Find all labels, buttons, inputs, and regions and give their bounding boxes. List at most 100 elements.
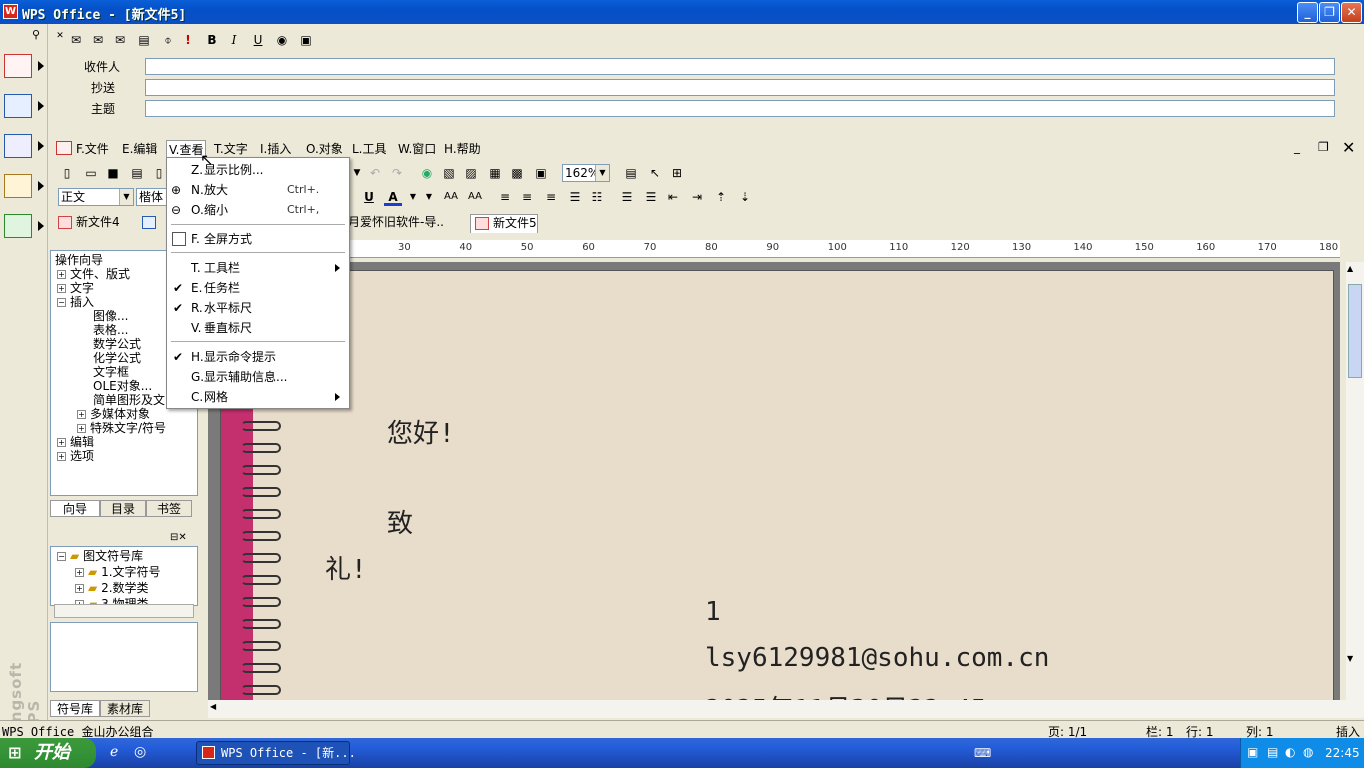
- tab-symbol-library[interactable]: 符号库: [50, 700, 100, 717]
- tab-toc[interactable]: 目录: [100, 500, 146, 517]
- table-icon[interactable]: ▦: [486, 164, 504, 182]
- tree-item-textbox[interactable]: 文字框: [93, 365, 129, 379]
- tab-new-file-4[interactable]: 新文件4: [54, 214, 120, 233]
- document-canvas[interactable]: 您好! 致 礼! 1 lsy6129981@sohu.com.cn 2025年1…: [208, 262, 1340, 700]
- collapse-icon[interactable]: −: [57, 552, 66, 561]
- address-book-icon[interactable]: ▤: [136, 32, 152, 48]
- clock[interactable]: 22:45: [1325, 746, 1360, 760]
- menu-insert[interactable]: I.插入: [260, 140, 291, 157]
- numbered-list-icon[interactable]: ☰: [642, 188, 660, 206]
- tree-item-math-formula[interactable]: 数学公式: [93, 337, 141, 351]
- menu-show-aux-info[interactable]: G. 显示辅助信息...: [167, 367, 349, 387]
- menu-help[interactable]: H.帮助: [444, 140, 481, 157]
- expand-icon[interactable]: +: [57, 438, 66, 447]
- bullet-list-icon[interactable]: ☰: [618, 188, 636, 206]
- select-icon[interactable]: ⊞: [668, 164, 686, 182]
- justify-icon[interactable]: ☰: [566, 188, 584, 206]
- open-icon[interactable]: ▭: [82, 164, 100, 182]
- close-button[interactable]: ✕: [1341, 2, 1362, 23]
- module-presentation[interactable]: [2, 132, 46, 162]
- document-page[interactable]: 您好! 致 礼! 1 lsy6129981@sohu.com.cn 2025年1…: [220, 270, 1334, 700]
- priority-icon[interactable]: !: [180, 32, 196, 48]
- menu-edit[interactable]: E.编辑: [122, 140, 157, 157]
- expand-icon[interactable]: +: [75, 568, 84, 577]
- dropdown-icon[interactable]: ▼: [348, 164, 366, 182]
- new-icon[interactable]: ▯: [58, 164, 76, 182]
- taskbar-wps-window[interactable]: WPS Office - [新...: [196, 741, 356, 765]
- pin-icon[interactable]: ⚲: [32, 28, 40, 41]
- to-field[interactable]: [145, 58, 1335, 75]
- collapse-icon[interactable]: −: [57, 298, 66, 307]
- menu-toolbars[interactable]: T. 工具栏: [167, 258, 349, 278]
- tree-item-image[interactable]: 图像...: [93, 309, 128, 323]
- symbol-hscrollbar[interactable]: [54, 604, 194, 618]
- module-browser[interactable]: [2, 212, 46, 242]
- tab-guide[interactable]: 向导: [50, 500, 100, 517]
- volume-icon[interactable]: ◐: [1285, 745, 1295, 759]
- mail-icon[interactable]: ✉: [90, 32, 106, 48]
- module-writer[interactable]: [2, 52, 46, 82]
- align-center-icon[interactable]: ≡: [518, 188, 536, 206]
- title-bar[interactable]: W WPS Office - [新文件5] _ ❐ ✕: [0, 0, 1364, 24]
- tree-item-chem-formula[interactable]: 化学公式: [93, 351, 141, 365]
- tab-new-file-5[interactable]: 新文件5: [470, 214, 538, 233]
- increase-indent-icon[interactable]: ⇥: [688, 188, 706, 206]
- expand-icon[interactable]: +: [57, 284, 66, 293]
- close-panel-icon[interactable]: ✕: [52, 28, 68, 44]
- send-icon[interactable]: ✉: [68, 32, 84, 48]
- menu-file[interactable]: F.文件: [76, 140, 109, 157]
- shrink-font-icon[interactable]: AA: [466, 188, 484, 206]
- distribute-icon[interactable]: ☷: [588, 188, 606, 206]
- more-dropdown-icon[interactable]: ▼: [420, 188, 438, 206]
- expand-icon[interactable]: +: [57, 452, 66, 461]
- module-spreadsheet[interactable]: [2, 92, 46, 122]
- zoom-combo[interactable]: 162% ▼: [562, 164, 610, 182]
- vm-icon[interactable]: ▤: [1267, 745, 1278, 759]
- tab-material-library[interactable]: 素材库: [100, 700, 150, 717]
- menu-vertical-ruler[interactable]: V. 垂直标尺: [167, 318, 349, 338]
- tree-item-file-layout[interactable]: + 文件、版式: [57, 267, 130, 281]
- font-combo[interactable]: 楷体: [136, 188, 168, 206]
- menu-text[interactable]: T.文字: [214, 140, 248, 157]
- web-icon[interactable]: ◉: [418, 164, 436, 182]
- start-button[interactable]: ⊞ 开始: [0, 738, 96, 768]
- frame-icon[interactable]: ▣: [532, 164, 550, 182]
- spreadsheet-doc-icon[interactable]: [142, 216, 156, 229]
- tree-item-simple-shapes[interactable]: 简单图形及文: [93, 393, 165, 407]
- tree-item-options[interactable]: + 选项: [57, 449, 94, 463]
- tree-item-special-chars[interactable]: + 特殊文字/符号: [77, 421, 166, 435]
- menu-horizontal-ruler[interactable]: ✔ R. 水平标尺: [167, 298, 349, 318]
- tree-item-ole-object[interactable]: OLE对象...: [93, 379, 152, 393]
- expand-icon[interactable]: +: [77, 410, 86, 419]
- redo-icon[interactable]: ↷: [388, 164, 406, 182]
- doc-restore-button[interactable]: ❐: [1318, 140, 1329, 154]
- menu-tools[interactable]: L.工具: [352, 140, 387, 157]
- attachment-icon[interactable]: ⌽: [160, 32, 176, 48]
- tree-item-text[interactable]: + 文字: [57, 281, 94, 295]
- security-icon[interactable]: ◍: [1303, 745, 1313, 759]
- menu-zoom-in[interactable]: ⊕ N. 放大 Ctrl+.: [167, 180, 349, 200]
- underline-icon[interactable]: U: [250, 32, 266, 48]
- tree-item-table[interactable]: 表格...: [93, 323, 128, 337]
- module-mail[interactable]: [2, 172, 46, 202]
- vertical-scrollbar[interactable]: ▲ ▼: [1346, 262, 1364, 700]
- print-icon[interactable]: ▤: [128, 164, 146, 182]
- align-left-icon[interactable]: ≡: [496, 188, 514, 206]
- chart-icon[interactable]: ▩: [508, 164, 526, 182]
- undo-icon[interactable]: ↶: [366, 164, 384, 182]
- quicklaunch-icon[interactable]: ◎: [134, 744, 146, 760]
- tree-item-math[interactable]: + ▰ 2.数学类: [75, 581, 149, 595]
- keyboard-icon[interactable]: ⌨: [974, 746, 991, 760]
- menu-zoom-out[interactable]: ⊖ O. 缩小 Ctrl+,: [167, 200, 349, 220]
- properties-icon[interactable]: ▤: [622, 164, 640, 182]
- doc-close-button[interactable]: ✕: [1342, 138, 1355, 157]
- menu-window[interactable]: W.窗口: [398, 140, 436, 157]
- tree-item-text-symbols[interactable]: + ▰ 1.文字符号: [75, 565, 161, 579]
- italic-icon[interactable]: I: [226, 32, 242, 48]
- tree-item-edit[interactable]: + 编辑: [57, 435, 94, 449]
- menu-object[interactable]: O.对象: [306, 140, 343, 157]
- reply-mail-icon[interactable]: ✉: [112, 32, 128, 48]
- menu-grid[interactable]: C. 网格: [167, 387, 349, 407]
- panel-close-icon[interactable]: ⊟✕: [170, 532, 187, 543]
- cc-field[interactable]: [145, 79, 1335, 96]
